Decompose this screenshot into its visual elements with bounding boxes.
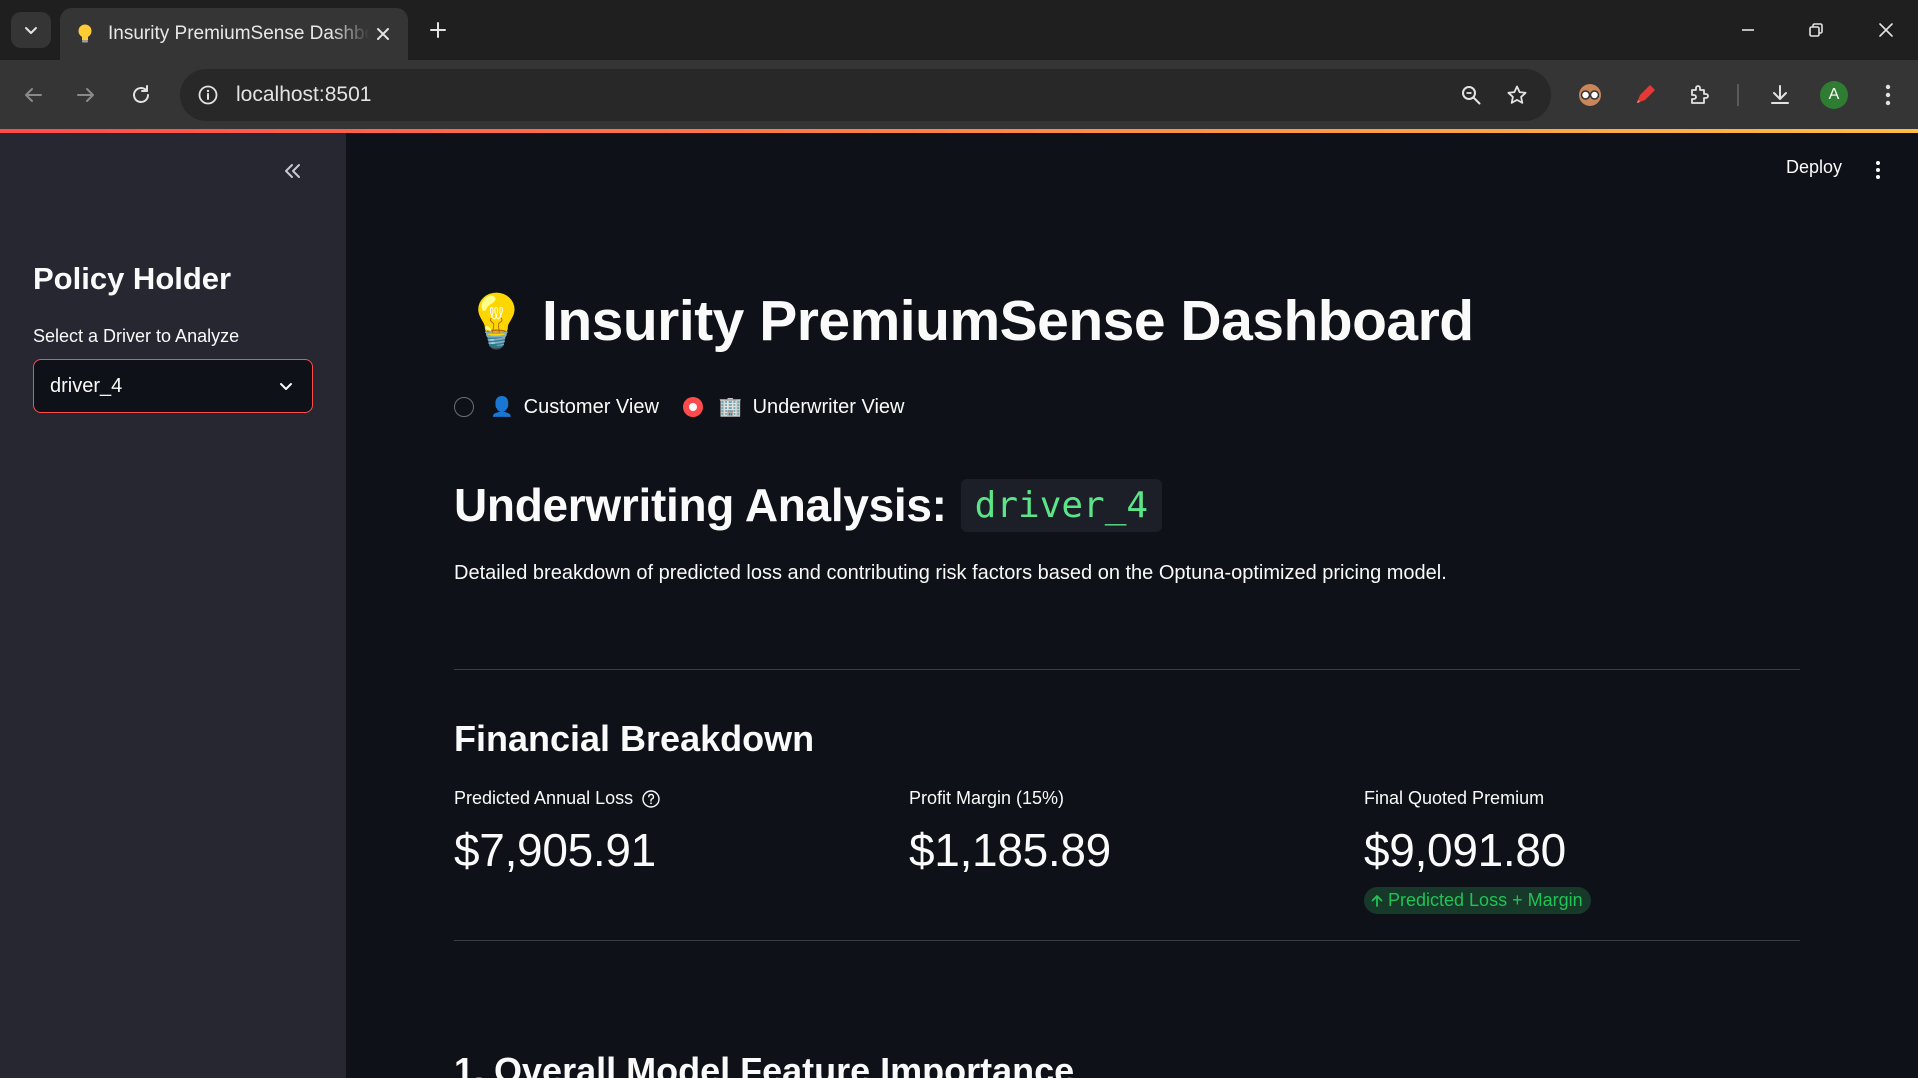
metric-delta-text: Predicted Loss + Margin	[1388, 890, 1583, 910]
chevron-down-icon	[276, 376, 296, 396]
tab-search-button[interactable]	[11, 12, 51, 48]
metric-predicted-loss: Predicted Annual Loss $7,905.91	[454, 788, 661, 877]
arrow-left-icon	[25, 88, 42, 102]
metric-delta-badge: Predicted Loss + Margin	[1364, 887, 1591, 914]
sidebar-title: Policy Holder	[33, 261, 232, 296]
back-button[interactable]	[15, 77, 51, 113]
puzzle-icon[interactable]	[1682, 77, 1718, 113]
minimize-icon	[1742, 29, 1754, 31]
close-icon[interactable]	[372, 23, 394, 45]
chevron-down-icon	[25, 27, 37, 34]
radio-button-selected[interactable]	[682, 397, 703, 417]
pen-icon[interactable]	[1627, 77, 1663, 113]
close-window-button[interactable]	[1866, 10, 1906, 50]
new-tab-button[interactable]	[424, 16, 452, 44]
browser-tab-bar: Insurity PremiumSense Dashboard	[0, 0, 1918, 60]
metric-label: Predicted Annual Loss	[454, 788, 634, 808]
divider	[454, 940, 1800, 941]
main-menu-button[interactable]	[1866, 155, 1890, 185]
lightbulb-icon	[78, 24, 92, 43]
site-info-button[interactable]	[190, 77, 226, 113]
analysis-heading-row: Underwriting Analysis: driver_4	[454, 478, 1163, 532]
divider	[454, 669, 1800, 670]
metric-label: Profit Margin (15%)	[909, 788, 1065, 808]
zoom-icon[interactable]	[1453, 77, 1489, 113]
restore-icon	[1809, 23, 1823, 37]
metric-value: $7,905.91	[454, 824, 656, 876]
reload-icon	[133, 85, 149, 103]
page-title-row: 💡 Insurity PremiumSense Dashboard	[464, 288, 1474, 354]
driver-code-chip: driver_4	[960, 478, 1163, 532]
radio-label: Customer View	[523, 395, 659, 418]
radio-label: Underwriter View	[752, 395, 905, 418]
more-vertical-icon[interactable]	[1870, 77, 1906, 113]
chevrons-left-icon	[285, 164, 300, 178]
download-icon[interactable]	[1762, 77, 1798, 113]
address-bar[interactable]: localhost:8501	[180, 69, 1551, 121]
glasses-icon[interactable]	[1572, 77, 1608, 113]
deploy-button[interactable]: Deploy	[1786, 157, 1842, 178]
url-text: localhost:8501	[236, 83, 372, 106]
feature-importance-heading: 1. Overall Model Feature Importance	[454, 1050, 1075, 1078]
tab-title: Insurity PremiumSense Dashboard	[108, 23, 370, 44]
plus-icon	[430, 22, 446, 38]
view-radio-group: 👤 Customer View 🏢 Underwriter View	[454, 395, 928, 419]
browser-tab[interactable]: Insurity PremiumSense Dashboard	[60, 8, 408, 60]
arrow-up-icon	[1370, 894, 1384, 908]
main-content: Deploy 💡 Insurity PremiumSense Dashboard…	[346, 133, 1918, 1078]
analysis-description: Detailed breakdown of predicted loss and…	[454, 562, 1447, 584]
restore-button[interactable]	[1796, 10, 1836, 50]
driver-select-value: driver_4	[50, 374, 123, 397]
lightbulb-icon: 💡	[464, 292, 529, 351]
reload-button[interactable]	[123, 77, 159, 113]
toolbar-separator	[1737, 84, 1739, 106]
browser-toolbar: localhost:8501 A	[0, 60, 1918, 130]
close-icon	[1879, 23, 1893, 37]
metric-label: Final Quoted Premium	[1364, 788, 1545, 808]
person-icon: 👤	[490, 397, 514, 418]
driver-select[interactable]: driver_4	[33, 359, 313, 413]
help-icon[interactable]	[641, 789, 661, 809]
sidebar: Policy Holder Select a Driver to Analyze…	[0, 133, 346, 1078]
driver-select-label: Select a Driver to Analyze	[33, 326, 240, 346]
radio-underwriter-view[interactable]: 🏢 Underwriter View	[682, 395, 905, 419]
avatar: A	[1820, 81, 1848, 109]
forward-button[interactable]	[68, 77, 104, 113]
metric-value: $1,185.89	[909, 824, 1111, 876]
metric-value: $9,091.80	[1364, 824, 1566, 876]
collapse-sidebar-button[interactable]	[276, 155, 308, 187]
info-icon	[198, 85, 218, 105]
radio-button[interactable]	[454, 397, 474, 417]
page-title: Insurity PremiumSense Dashboard	[542, 289, 1474, 353]
profile-button[interactable]: A	[1816, 77, 1852, 113]
office-building-icon: 🏢	[718, 397, 743, 418]
minimize-button[interactable]	[1728, 10, 1768, 50]
metric-final-premium: Final Quoted Premium $9,091.80 Predicted…	[1364, 788, 1591, 914]
analysis-heading: Underwriting Analysis:	[454, 479, 947, 531]
financial-heading: Financial Breakdown	[454, 718, 815, 759]
star-icon[interactable]	[1499, 77, 1535, 113]
radio-customer-view[interactable]: 👤 Customer View	[454, 395, 659, 419]
arrow-right-icon	[77, 88, 94, 102]
more-vertical-icon	[1876, 161, 1880, 179]
metric-profit-margin: Profit Margin (15%) $1,185.89	[909, 788, 1111, 877]
